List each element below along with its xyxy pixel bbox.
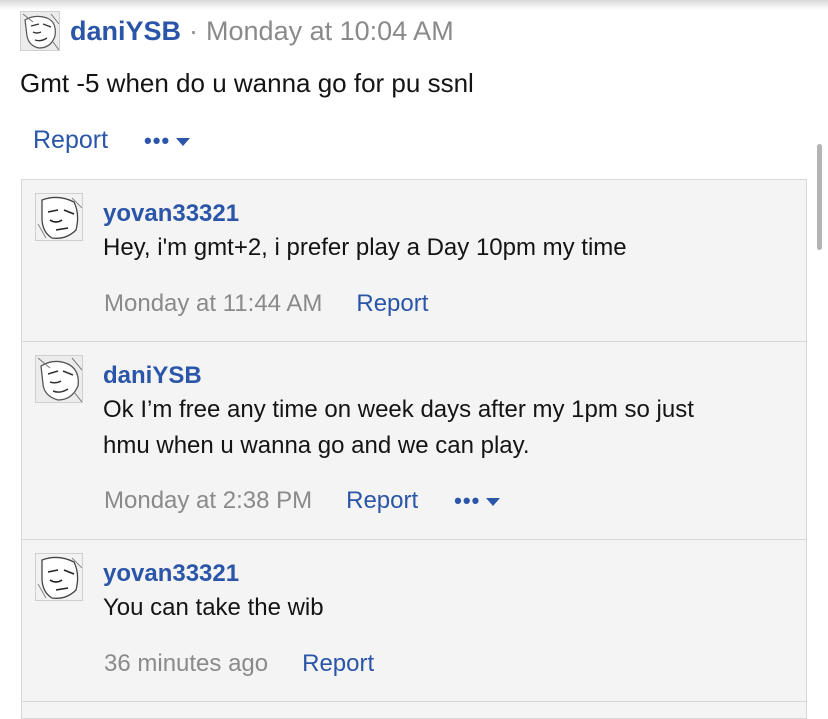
reply-username[interactable]: yovan33321 <box>103 200 239 228</box>
reply-text-line: Ok I’m free any time on week days after … <box>103 396 694 423</box>
more-dots-icon: ••• <box>454 488 481 513</box>
reply-meta: Monday at 2:38 PM Report ••• <box>104 487 501 515</box>
reply-text-line: You can take the wib <box>103 594 324 621</box>
user-avatar[interactable] <box>20 11 60 51</box>
post-username[interactable]: daniYSB <box>70 16 181 47</box>
post-actions: Report ••• <box>33 126 191 155</box>
post-header: daniYSB · Monday at 10:04 AM <box>20 10 454 52</box>
caret-down-icon <box>486 498 501 506</box>
reply-text: Hey, i'm gmt+2, i prefer play a Day 10pm… <box>103 230 783 266</box>
reply-avatar[interactable] <box>35 193 83 241</box>
reply-text-line: Hey, i'm gmt+2, i prefer play a Day 10pm… <box>103 234 627 261</box>
reply-username[interactable]: yovan33321 <box>103 560 239 588</box>
reply-item: daniYSB Ok I’m free any time on week day… <box>22 342 806 540</box>
reply-avatar[interactable] <box>35 355 83 403</box>
post-body: Gmt -5 when do u wanna go for pu ssnl <box>20 68 474 98</box>
reply-time[interactable]: 36 minutes ago <box>104 650 268 678</box>
scrollbar[interactable] <box>817 144 822 250</box>
avatar-image <box>36 554 82 600</box>
avatar-image <box>21 12 59 50</box>
avatar-image <box>36 356 82 402</box>
reply-text-line: hmu when u wanna go and we can play. <box>103 432 530 459</box>
more-options-button[interactable]: ••• <box>144 127 191 154</box>
report-link[interactable]: Report <box>302 650 374 678</box>
comment-thread: yovan33321 Hey, i'm gmt+2, i prefer play… <box>21 179 807 719</box>
post-time[interactable]: Monday at 10:04 AM <box>206 16 454 47</box>
report-link[interactable]: Report <box>346 487 418 515</box>
reply-text: Ok I’m free any time on week days after … <box>103 392 783 464</box>
report-link[interactable]: Report <box>33 126 108 155</box>
reply-item: yovan33321 Hey, i'm gmt+2, i prefer play… <box>22 180 806 342</box>
report-link[interactable]: Report <box>356 290 428 318</box>
reply-time[interactable]: Monday at 11:44 AM <box>104 290 322 318</box>
more-options-button[interactable]: ••• <box>454 488 501 514</box>
reply-username[interactable]: daniYSB <box>103 362 202 390</box>
more-dots-icon: ••• <box>144 127 171 153</box>
meta-separator: · <box>189 15 199 46</box>
reply-meta: 36 minutes ago Report <box>104 650 374 678</box>
top-shadow <box>0 0 828 10</box>
caret-down-icon <box>176 137 191 146</box>
reply-meta: Monday at 11:44 AM Report <box>104 290 428 318</box>
avatar-image <box>36 194 82 240</box>
reply-avatar[interactable] <box>35 553 83 601</box>
reply-item: yovan33321 You can take the wib 36 minut… <box>22 540 806 702</box>
reply-time[interactable]: Monday at 2:38 PM <box>104 487 312 515</box>
reply-text: You can take the wib <box>103 590 783 626</box>
